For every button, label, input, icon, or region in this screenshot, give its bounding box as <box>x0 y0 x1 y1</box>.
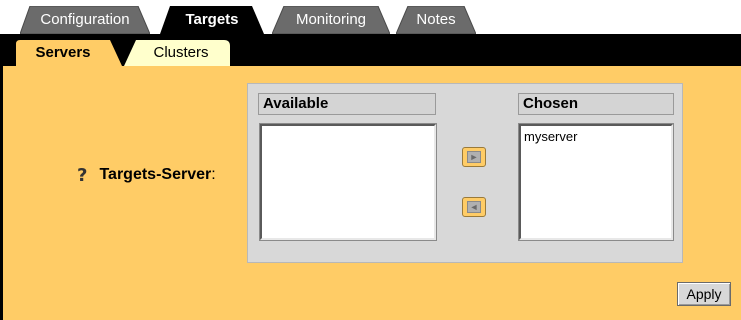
subtab-clusters[interactable]: Clusters <box>124 40 230 66</box>
content-left-border <box>0 66 3 320</box>
subtab-bar: Servers Clusters <box>0 34 741 66</box>
help-icon[interactable]: ? <box>77 165 87 186</box>
subtab-servers[interactable]: Servers <box>16 40 122 66</box>
subtab-label: Clusters <box>153 44 209 61</box>
tab-monitoring[interactable]: Monitoring <box>272 6 390 34</box>
content-area: ? Targets-Server : Available Chosen myse… <box>0 66 741 320</box>
chosen-list[interactable]: myserver <box>518 123 674 241</box>
field-label-text: Targets-Server <box>99 166 212 183</box>
chosen-header: Chosen <box>518 93 674 115</box>
add-to-chosen-button[interactable]: ► <box>462 147 486 167</box>
available-list[interactable] <box>259 123 437 241</box>
tab-label: Notes <box>416 11 456 28</box>
tab-label: Monitoring <box>295 11 367 28</box>
arrow-right-icon: ► <box>467 151 481 163</box>
app-window: Configuration Targets Monitoring Notes S… <box>0 0 741 320</box>
tab-label: Targets <box>185 11 239 28</box>
tab-configuration[interactable]: Configuration <box>20 6 150 34</box>
available-header: Available <box>258 93 436 115</box>
remove-from-chosen-button[interactable]: ◄ <box>462 197 486 217</box>
field-label-colon: : <box>211 166 216 183</box>
arrow-left-icon: ◄ <box>467 201 481 213</box>
apply-button[interactable]: Apply <box>677 282 731 306</box>
top-tab-bar: Configuration Targets Monitoring Notes <box>0 0 741 34</box>
tab-notes[interactable]: Notes <box>396 6 476 34</box>
target-picker: Available Chosen myserver ► ◄ <box>247 83 683 263</box>
tab-label: Configuration <box>40 11 130 28</box>
targets-server-label: ? Targets-Server : <box>77 165 216 186</box>
subtab-label: Servers <box>35 44 91 61</box>
tab-targets[interactable]: Targets <box>160 6 264 34</box>
list-item[interactable]: myserver <box>521 126 671 144</box>
